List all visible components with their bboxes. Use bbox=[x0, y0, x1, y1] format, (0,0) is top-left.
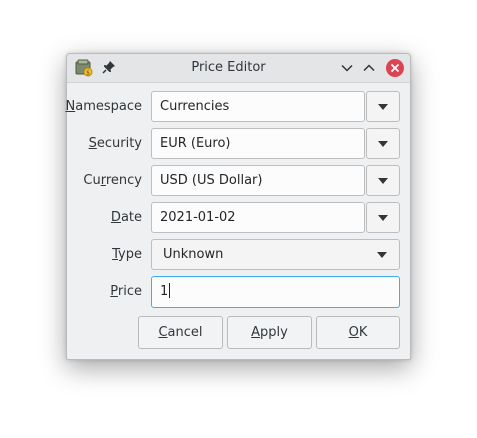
date-value: 2021-01-02 bbox=[160, 210, 236, 225]
namespace-label: Namespace bbox=[66, 99, 143, 114]
type-label-post: ype bbox=[118, 247, 142, 262]
namespace-dropdown-button[interactable] bbox=[366, 91, 400, 122]
price-label-mnemonic: P bbox=[110, 284, 118, 299]
security-combo-entry[interactable]: EUR (Euro) bbox=[151, 128, 365, 159]
price-editor-dialog: $ Price Editor Namespace Currencies Secu… bbox=[66, 53, 411, 360]
chevron-down-icon bbox=[341, 64, 353, 72]
maximize-button[interactable] bbox=[360, 59, 378, 77]
pin-icon[interactable] bbox=[102, 60, 116, 74]
security-dropdown-button[interactable] bbox=[366, 128, 400, 159]
price-input[interactable]: 1 bbox=[151, 276, 400, 308]
ok-label-mnemonic: O bbox=[348, 325, 359, 340]
security-value: EUR (Euro) bbox=[160, 136, 231, 151]
currency-label-post: rency bbox=[105, 173, 142, 188]
close-button[interactable] bbox=[386, 59, 404, 77]
currency-dropdown-button[interactable] bbox=[366, 165, 400, 196]
namespace-label-mnemonic: N bbox=[65, 99, 76, 114]
close-icon bbox=[390, 63, 400, 73]
price-label: Price bbox=[110, 284, 142, 299]
type-value: Unknown bbox=[163, 247, 224, 262]
type-label: Type bbox=[112, 247, 142, 262]
caret-down-icon bbox=[378, 214, 388, 221]
date-label: Date bbox=[111, 210, 142, 225]
caret-down-icon bbox=[378, 103, 388, 110]
currency-label-pre: Cu bbox=[83, 173, 101, 188]
text-cursor bbox=[169, 283, 171, 298]
caret-down-icon bbox=[378, 177, 388, 184]
apply-label-mnemonic: A bbox=[251, 325, 261, 340]
ok-button[interactable]: OK bbox=[316, 316, 400, 349]
security-label-post: ecurity bbox=[96, 136, 142, 151]
namespace-value: Currencies bbox=[160, 99, 230, 114]
currency-combo-entry[interactable]: USD (US Dollar) bbox=[151, 165, 365, 196]
namespace-combo-entry[interactable]: Currencies bbox=[151, 91, 365, 122]
caret-down-icon bbox=[377, 252, 387, 258]
date-input[interactable]: 2021-01-02 bbox=[151, 202, 365, 233]
type-select[interactable]: Unknown bbox=[151, 239, 400, 270]
ok-label-post: K bbox=[358, 325, 368, 340]
date-calendar-button[interactable] bbox=[366, 202, 400, 233]
currency-value: USD (US Dollar) bbox=[160, 173, 263, 188]
cancel-button[interactable]: Cancel bbox=[138, 316, 223, 349]
caret-down-icon bbox=[378, 140, 388, 147]
cancel-label-mnemonic: C bbox=[158, 325, 168, 340]
namespace-label-post: amespace bbox=[75, 99, 142, 114]
chevron-up-icon bbox=[363, 64, 375, 72]
price-value: 1 bbox=[160, 284, 169, 299]
cancel-label-post: ancel bbox=[167, 325, 203, 340]
price-label-post: rice bbox=[117, 284, 142, 299]
svg-text:$: $ bbox=[86, 70, 90, 77]
app-icon[interactable]: $ bbox=[75, 59, 93, 77]
title-bar[interactable]: $ Price Editor bbox=[67, 54, 410, 83]
window-title: Price Editor bbox=[191, 60, 266, 75]
date-label-mnemonic: D bbox=[110, 210, 121, 225]
apply-label-post: pply bbox=[260, 325, 288, 340]
minimize-button[interactable] bbox=[338, 59, 356, 77]
security-label: Security bbox=[89, 136, 142, 151]
apply-button[interactable]: Apply bbox=[227, 316, 312, 349]
date-label-post: ate bbox=[120, 210, 142, 225]
security-label-mnemonic: S bbox=[88, 136, 97, 151]
currency-label: Currency bbox=[83, 173, 142, 188]
